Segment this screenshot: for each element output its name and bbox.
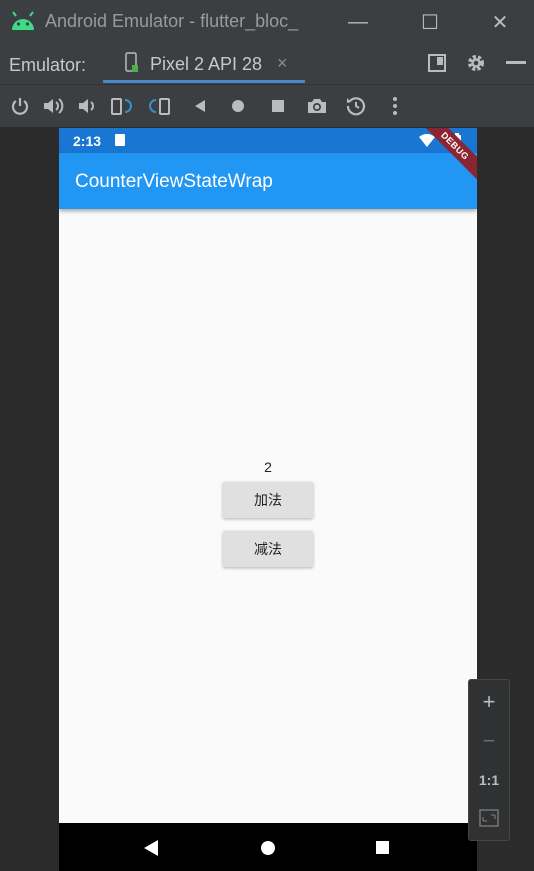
screenshot-button[interactable] [304,93,330,119]
settings-gear-icon[interactable] [466,53,486,73]
more-button[interactable] [382,93,408,119]
zoom-controls: + − 1:1 [468,679,510,841]
device-screen[interactable]: 2:13 CounterViewStateWrap DEBUG 2 加法 减法 [59,128,477,871]
one-to-one-label: 1:1 [478,772,500,788]
back-icon [195,100,205,112]
minimize-icon: — [348,10,368,33]
maximize-button[interactable]: ☐ [416,8,444,36]
rotate-left-icon [111,98,132,115]
navigation-bar [59,823,477,871]
snapshot-restore-icon [346,97,366,116]
window-titlebar: Android Emulator - flutter_bloc_ — ☐ ✕ [0,0,534,44]
app-bar: CounterViewStateWrap [59,153,477,209]
emulator-toolbar [0,84,534,127]
nav-recents-icon[interactable] [376,841,389,854]
window-mode-icon[interactable] [428,54,446,72]
volume-up-icon [44,98,64,114]
minimize-button[interactable]: — [344,8,372,36]
zoom-in-button[interactable]: + [469,684,509,720]
tab-close-icon[interactable]: × [277,53,288,74]
device-icon [125,52,138,72]
fit-screen-icon [479,809,499,827]
zoom-in-icon: + [482,689,496,714]
subtract-button-label: 减法 [254,541,282,557]
hide-panel-icon[interactable] [506,61,526,65]
add-button-label: 加法 [254,492,282,508]
subtract-button[interactable]: 减法 [223,531,313,567]
zoom-out-icon: − [482,728,496,753]
zoom-fit-button[interactable] [469,800,509,836]
power-button[interactable] [7,93,33,119]
emulator-label: Emulator: [9,55,87,75]
maximize-icon: ☐ [421,11,439,34]
nav-home-icon[interactable] [261,841,275,855]
status-bar: 2:13 [59,128,477,153]
wifi-icon [419,134,435,147]
tab-active-indicator [103,80,305,83]
rotate-right-button[interactable] [147,93,173,119]
window-title: Android Emulator - flutter_bloc_ [45,11,299,31]
home-button[interactable] [225,93,251,119]
tab-pixel-2-api-28[interactable]: Pixel 2 API 28 × [103,44,305,84]
power-icon [11,98,29,115]
rotate-right-icon [149,98,170,115]
close-window-button[interactable]: ✕ [486,8,514,36]
emulator-tabbar: Emulator: Pixel 2 API 28 × [0,44,534,84]
rotate-left-button[interactable] [108,93,134,119]
volume-up-button[interactable] [40,93,66,119]
overview-button[interactable] [265,93,291,119]
nav-back-icon[interactable] [144,840,158,856]
camera-icon [308,99,326,113]
snapshot-button[interactable] [343,93,369,119]
counter-value: 2 [264,459,272,475]
app-title: CounterViewStateWrap [75,171,273,192]
android-logo-icon [12,11,34,30]
sd-card-icon [115,134,125,146]
overview-icon [272,100,284,112]
close-icon: ✕ [491,11,509,34]
zoom-one-to-one-button[interactable]: 1:1 [469,762,509,798]
status-time: 2:13 [73,133,102,149]
volume-down-button[interactable] [74,93,100,119]
volume-down-icon [79,99,94,113]
zoom-out-button[interactable]: − [469,723,509,759]
tab-label: Pixel 2 API 28 [150,54,263,74]
more-vertical-icon [393,97,397,115]
back-button[interactable] [187,93,213,119]
add-button[interactable]: 加法 [223,482,313,518]
home-icon [232,100,244,112]
